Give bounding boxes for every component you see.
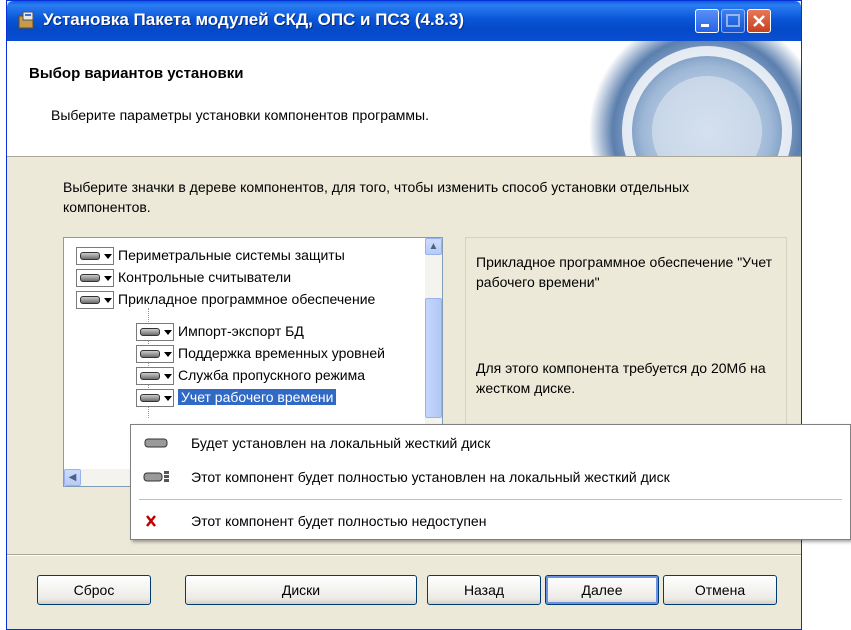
install-option-dropdown[interactable] — [76, 247, 114, 266]
page-title: Выбор вариантов установки — [29, 65, 244, 82]
hard-disk-icon — [80, 274, 100, 283]
disk-requirement: Для этого компонента требуется до 20Мб н… — [476, 360, 766, 396]
back-button[interactable]: Назад — [427, 575, 541, 605]
minimize-button[interactable] — [695, 9, 719, 33]
chevron-down-icon — [164, 330, 172, 336]
install-option-dropdown[interactable] — [136, 367, 174, 386]
tree-item[interactable]: Поддержка временных уровней — [136, 342, 385, 364]
hard-disk-icon — [140, 328, 160, 337]
maximize-button[interactable] — [721, 9, 745, 33]
menu-item-install-full[interactable]: Этот компонент будет полностью установле… — [131, 465, 850, 489]
installer-app-icon — [18, 11, 34, 29]
close-button[interactable] — [747, 9, 771, 33]
chevron-down-icon — [104, 298, 112, 304]
hard-disk-icon — [144, 438, 168, 448]
tree-item[interactable]: Контрольные считыватели — [76, 266, 291, 288]
maximize-icon — [726, 14, 740, 27]
instructions-text: Выберите значки в дереве компонентов, дл… — [63, 179, 690, 215]
hard-disk-icon — [80, 252, 100, 261]
scroll-left-button[interactable]: ◀ — [64, 469, 81, 486]
hard-disk-full-icon — [143, 471, 169, 482]
menu-item-install-local[interactable]: Будет установлен на локальный жесткий ди… — [131, 431, 850, 455]
button-divider — [7, 554, 801, 556]
chevron-down-icon — [104, 276, 112, 282]
hard-disk-icon — [140, 394, 160, 403]
cancel-button[interactable]: Отмена — [663, 575, 777, 605]
installer-logo-graphic — [589, 41, 801, 156]
close-icon — [753, 15, 765, 27]
next-button[interactable]: Далее — [545, 575, 659, 605]
tree-item[interactable]: Импорт-экспорт БД — [136, 320, 304, 342]
window-title: Установка Пакета модулей СКД, ОПС и ПСЗ … — [43, 10, 464, 29]
hard-disk-icon — [140, 350, 160, 359]
tree-item[interactable]: Периметральные системы защиты — [76, 244, 345, 266]
hard-disk-icon — [140, 372, 160, 381]
install-option-dropdown[interactable] — [76, 269, 114, 288]
install-option-dropdown[interactable] — [136, 323, 174, 342]
tree-item-selected[interactable]: Учет рабочего времени — [136, 386, 337, 408]
tree-item[interactable]: Прикладное программное обеспечение — [76, 288, 375, 310]
red-x-icon — [146, 515, 156, 527]
component-description: Прикладное программное обеспечение "Учет… — [476, 254, 773, 290]
install-option-dropdown[interactable] — [76, 291, 114, 310]
wizard-header: Выбор вариантов установки Выберите парам… — [7, 41, 801, 157]
install-option-dropdown[interactable] — [136, 345, 174, 364]
chevron-down-icon — [104, 254, 112, 260]
chevron-down-icon — [164, 374, 172, 380]
tree-item[interactable]: Служба пропускного режима — [136, 364, 365, 386]
minimize-icon — [701, 24, 709, 27]
chevron-down-icon — [164, 396, 172, 402]
chevron-down-icon — [164, 352, 172, 358]
menu-separator — [139, 499, 842, 500]
scrollbar-thumb[interactable] — [425, 298, 442, 418]
page-subtitle: Выберите параметры установки компонентов… — [51, 107, 430, 123]
scroll-up-button[interactable]: ▲ — [425, 238, 442, 255]
menu-item-unavailable[interactable]: Этот компонент будет полностью недоступе… — [131, 509, 850, 533]
title-bar[interactable]: Установка Пакета модулей СКД, ОПС и ПСЗ … — [7, 1, 801, 41]
install-options-menu: Будет установлен на локальный жесткий ди… — [130, 424, 851, 540]
install-option-dropdown[interactable] — [136, 389, 174, 408]
disks-button[interactable]: Диски — [185, 575, 417, 605]
reset-button[interactable]: Сброс — [37, 575, 151, 605]
hard-disk-icon — [80, 296, 100, 305]
